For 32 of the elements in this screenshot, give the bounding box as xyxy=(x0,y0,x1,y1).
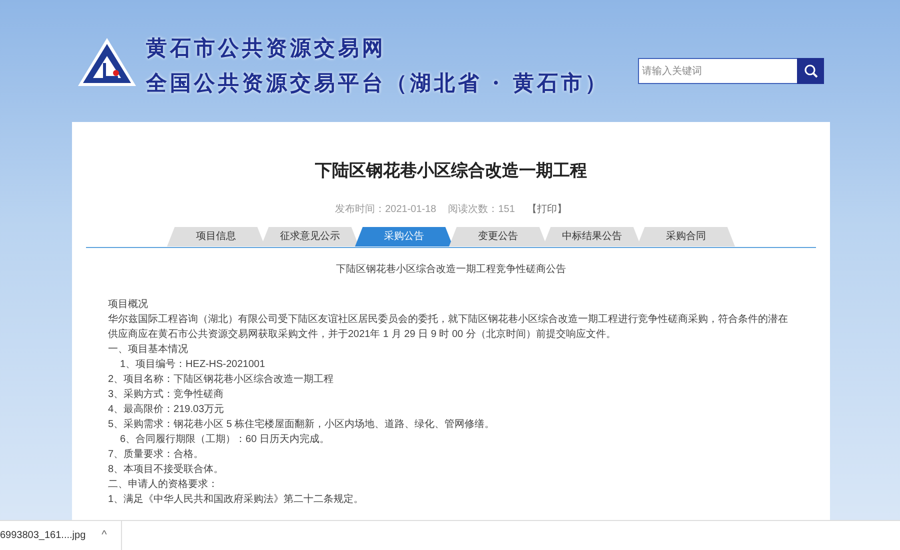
paragraph: 7、质量要求：合格。 xyxy=(108,448,205,462)
file-name[interactable]: 6993803_161....jpg xyxy=(0,528,86,543)
paragraph: 1、项目编号：HEZ-HS-2021001 xyxy=(119,358,266,372)
paragraph: 二、申请人的资格要求： xyxy=(108,478,219,492)
tab[interactable]: 征求意见公示 xyxy=(261,226,359,246)
search-icon xyxy=(804,64,818,78)
article-title: 下陆区钢花巷小区综合改造一期工程 xyxy=(314,160,588,182)
paragraph: 项目概况 xyxy=(108,298,149,312)
paragraph: 6、合同履行期限（工期）：60 日历天内完成。 xyxy=(119,432,330,446)
platform-name: 全国公共资源交易平台（湖北省 · 黄石市） xyxy=(146,68,609,96)
tab[interactable]: 变更公告 xyxy=(449,226,547,246)
paragraph: 1、满足《中华人民共和国政府采购法》第二十二条规定。 xyxy=(108,492,365,506)
site-logo-icon xyxy=(76,36,138,88)
paragraph: 8、本项目不接受联合体。 xyxy=(108,462,225,476)
tab[interactable]: 采购合同 xyxy=(637,226,735,246)
paragraph: 5、采购需求：钢花巷小区 5 栋住宅楼屋面翻新，小区内场地、道路、绿化、管网修缮。 xyxy=(108,418,496,432)
paragraph: 2、项目名称：下陆区钢花巷小区综合改造一期工程 xyxy=(108,372,335,386)
paragraph: 一、项目基本情况 xyxy=(108,342,189,356)
tab[interactable]: 采购公告 xyxy=(355,226,453,246)
view-count: 阅读次数：151 xyxy=(448,202,515,216)
expand-button[interactable]: ^ xyxy=(102,527,107,544)
search-button[interactable] xyxy=(797,58,824,84)
paragraph: 4、最高限价：219.03万元 xyxy=(108,402,226,416)
paragraph: 华尔兹国际工程咨询（湖北）有限公司受下陆区友谊社区居民委员会的委托，就下陆区钢花巷小区综合改造一期工程进行竞争性磋商采购，符合条件的潜在供应商应在黄石市公共资源交易网获取采购文件，并于2021年 1 月 29 日 9 时 00 分（北京时间）前提交响应文件。 xyxy=(108,312,789,342)
tab[interactable]: 中标结果公告 xyxy=(543,226,641,246)
print-link[interactable]: 【打印】 xyxy=(526,202,567,216)
publish-time: 发布时间：2021-01-18 xyxy=(335,202,436,216)
search-field[interactable]: 请输入关键词 xyxy=(638,58,797,84)
paragraph: 3、采购方式：竞争性磋商 xyxy=(108,388,225,402)
notice-title: 下陆区钢花巷小区综合改造一期工程竞争性磋商公告 xyxy=(335,262,567,276)
site-name: 黄石市公共资源交易网 xyxy=(146,34,387,62)
tab[interactable]: 项目信息 xyxy=(167,226,265,246)
